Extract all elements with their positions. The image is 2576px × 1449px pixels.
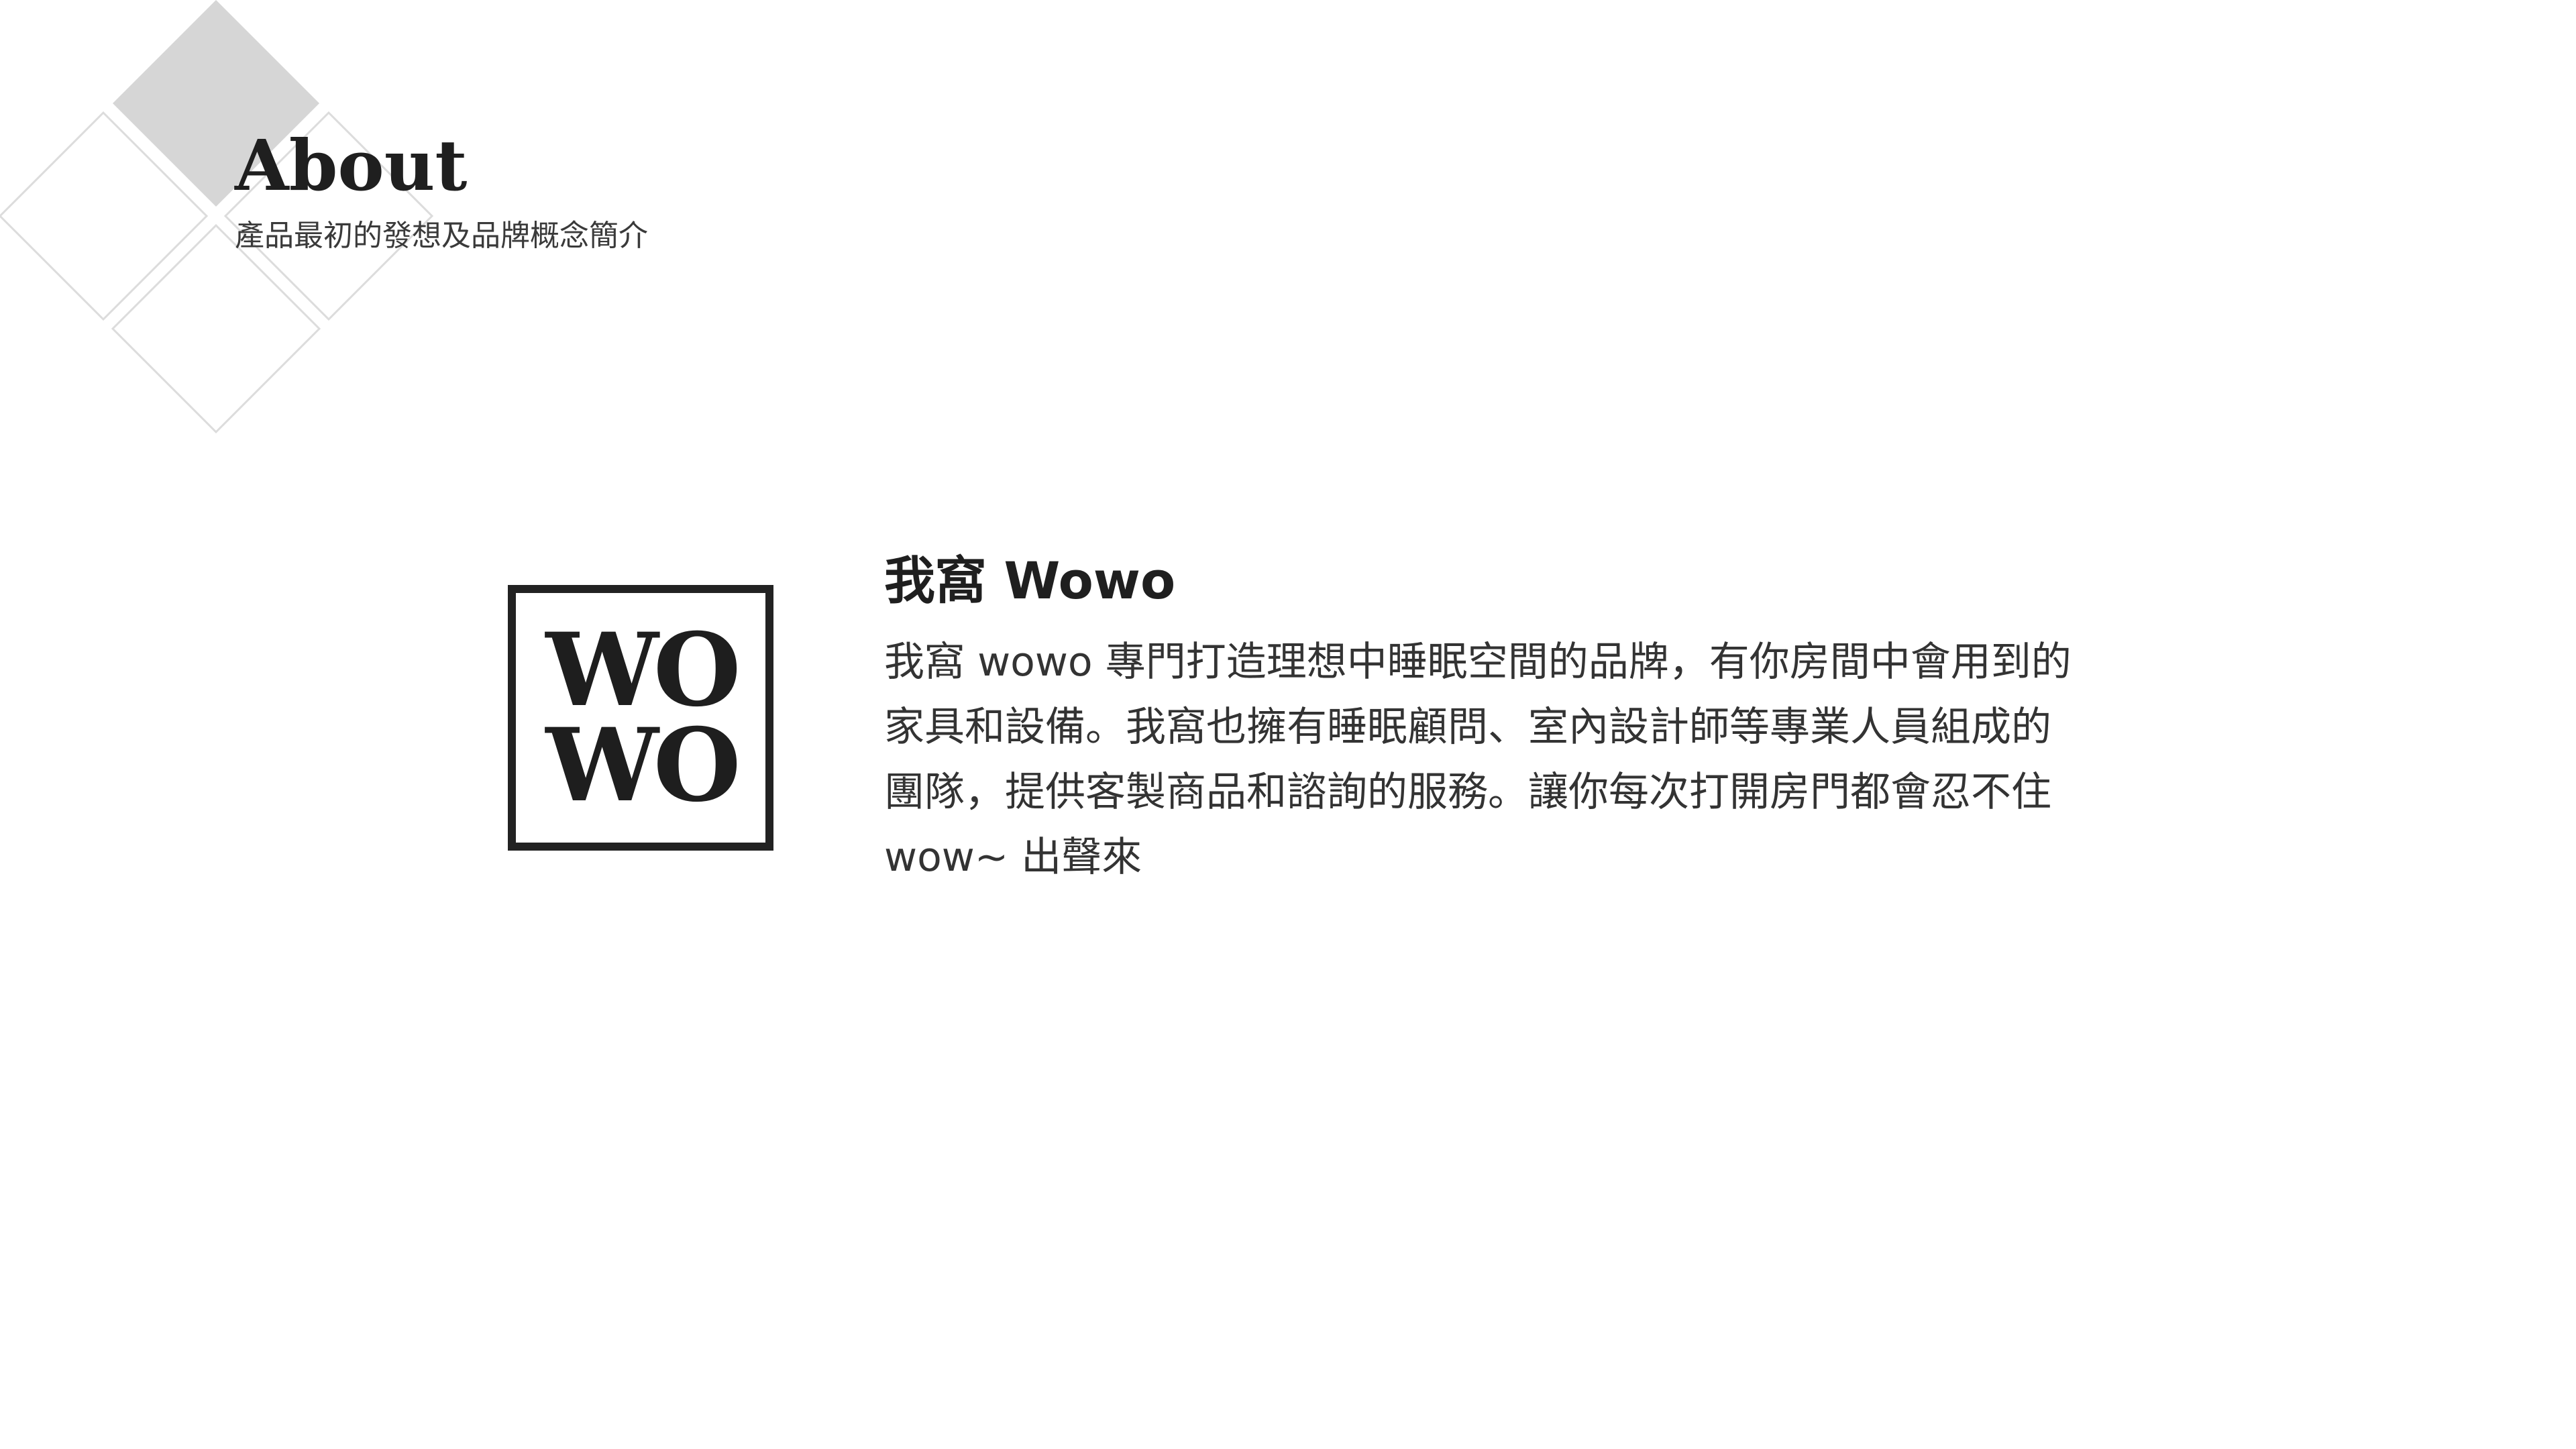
page-header: About 產品最初的發想及品牌概念簡介 <box>235 127 648 254</box>
brand-description: 我窩 wowo 專門打造理想中睡眠空間的品牌，有你房間中會用到的家具和設備。我窩… <box>884 639 2072 881</box>
page-subtitle: 產品最初的發想及品牌概念簡介 <box>235 219 648 254</box>
brand-logo: WO WO <box>508 585 773 851</box>
brand-name: 我窩 Wowo <box>884 551 1176 610</box>
brand-info: 我窩 Wowo 我窩 wowo 專門打造理想中睡眠空間的品牌，有你房間中會用到的… <box>884 550 2078 890</box>
logo-text-bottom: WO <box>545 706 741 824</box>
logo-text-top: WO <box>545 610 741 729</box>
outline-diamond-bottom <box>111 223 321 434</box>
slide: About 產品最初的發想及品牌概念簡介 WO WO 我窩 Wowo 我窩 wo… <box>0 0 2576 1449</box>
page-title: About <box>235 124 468 207</box>
